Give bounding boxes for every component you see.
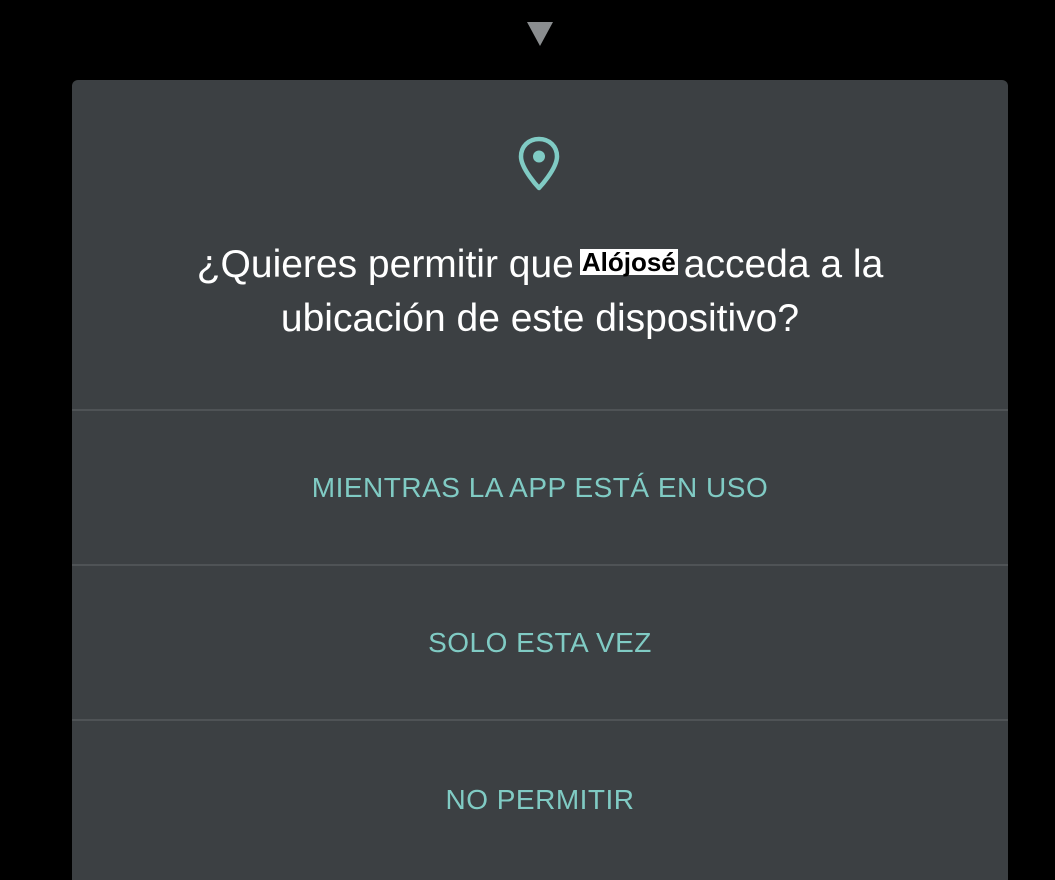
title-prefix: ¿Quieres permitir que (196, 243, 574, 286)
deny-button[interactable]: NO PERMITIR (72, 721, 1008, 878)
permission-dialog: ¿Quieres permitir que Alójosé acceda a la … (72, 80, 1008, 880)
allow-once-button[interactable]: SOLO ESTA VEZ (72, 566, 1008, 721)
location-pin-icon (518, 136, 560, 191)
allow-while-using-button[interactable]: MIENTRAS LA APP ESTÁ EN USO (72, 411, 1008, 566)
dialog-title: ¿Quieres permitir que Alójosé acceda a la … (112, 238, 968, 346)
app-name: Alójosé (579, 247, 678, 277)
screen: ¿Quieres permitir que Alójosé acceda a la … (0, 0, 1055, 880)
dropdown-arrow-icon (527, 22, 553, 46)
dialog-header: ¿Quieres permitir que Alójosé acceda a la … (72, 80, 1008, 411)
